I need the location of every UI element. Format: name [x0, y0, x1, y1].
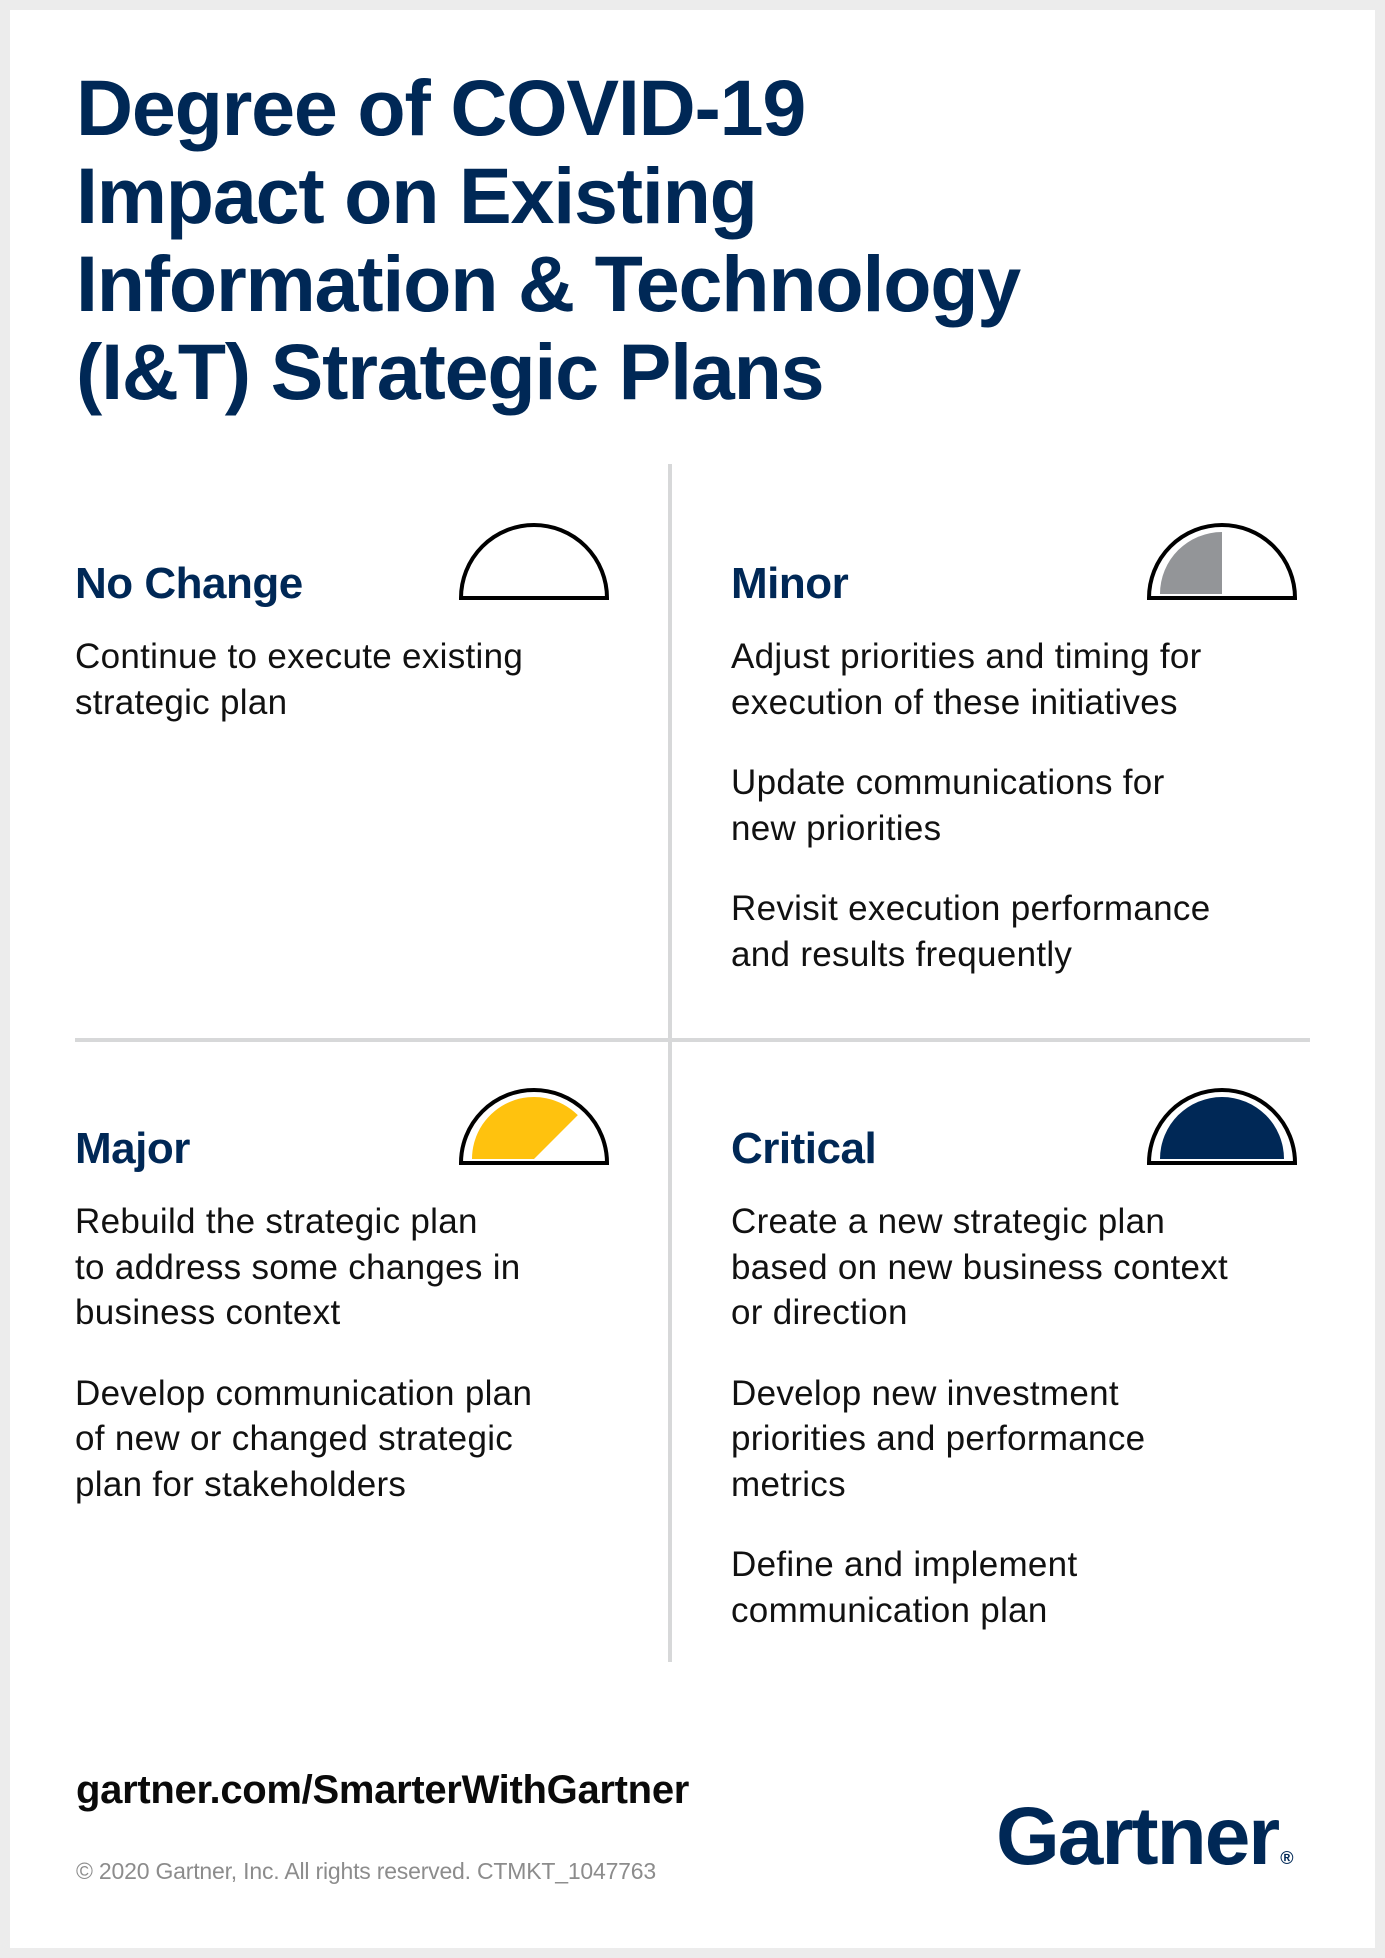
copyright-notice: © 2020 Gartner, Inc. All rights reserved…	[76, 1858, 656, 1884]
paragraph-line: based on new business context	[731, 1247, 1229, 1287]
paragraph-line: plan for stakeholders	[75, 1464, 407, 1504]
paragraph-line: execution of these initiatives	[731, 682, 1178, 722]
website-link[interactable]: gartner.com/SmarterWithGartner	[76, 1766, 689, 1814]
quadrant-body: Continue to execute existing strategic p…	[75, 634, 665, 760]
gauge-three-quarter-icon	[458, 1088, 610, 1165]
quadrant-title: Minor	[731, 559, 849, 608]
paragraph-line: Create a new strategic plan	[731, 1202, 1166, 1241]
quadrant-paragraph: Rebuild the strategic plan to address so…	[75, 1199, 665, 1336]
paragraph-line: communication plan	[731, 1590, 1048, 1630]
quadrant-minor: Minor Adjust priorities and timing for e…	[731, 500, 1311, 974]
paragraph-line: Rebuild the strategic plan	[75, 1202, 478, 1241]
quadrant-paragraph: Create a new strategic plan based on new…	[731, 1199, 1321, 1336]
quadrant-paragraph: Develop new investment priorities and pe…	[731, 1371, 1321, 1508]
vertical-divider	[668, 464, 672, 1662]
quadrant-paragraph: Continue to execute existing strategic p…	[75, 634, 665, 725]
paragraph-line: strategic plan	[75, 682, 288, 722]
paragraph-line: Revisit execution performance	[731, 889, 1211, 928]
gauge-full-icon	[1146, 1088, 1298, 1165]
quadrant-header: Critical	[731, 1065, 1311, 1185]
horizontal-divider	[75, 1038, 1310, 1042]
quadrant-body: Adjust priorities and timing for executi…	[731, 634, 1321, 1012]
title-line: Information & Technology	[76, 239, 1021, 328]
quadrant-paragraph: Update communications for new priorities	[731, 760, 1321, 851]
gauge-outline	[458, 523, 610, 600]
registered-mark: ®	[1280, 1848, 1294, 1868]
paragraph-line: priorities and performance	[731, 1419, 1146, 1458]
title-line: Impact on Existing	[76, 151, 758, 240]
paragraph-line: Develop new investment	[731, 1373, 1119, 1413]
paragraph-line: Develop communication plan	[75, 1373, 533, 1413]
paragraph-line: to address some changes in	[75, 1247, 521, 1287]
quadrant-body: Rebuild the strategic plan to address so…	[75, 1199, 665, 1542]
paragraph-line: Update communications for	[731, 763, 1165, 802]
paragraph-line: Adjust priorities and timing for	[731, 637, 1202, 676]
quadrant-header: No Change	[75, 500, 655, 620]
quadrant-header: Minor	[731, 500, 1311, 620]
page-title: Degree of COVID-19 Impact on Existing In…	[76, 64, 1276, 416]
paragraph-line: Continue to execute existing	[75, 637, 524, 676]
paragraph-line: of new or changed strategic	[75, 1419, 514, 1458]
logo-text: Gartner	[996, 1791, 1280, 1882]
title-line: Degree of COVID-19	[76, 63, 806, 152]
quadrant-paragraph: Define and implement communication plan	[731, 1542, 1321, 1633]
quadrant-body: Create a new strategic plan based on new…	[731, 1199, 1321, 1668]
paragraph-line: business context	[75, 1293, 341, 1332]
quadrant-header: Major	[75, 1065, 655, 1185]
paragraph-line: new priorities	[731, 808, 942, 848]
paragraph-line: metrics	[731, 1464, 846, 1504]
quadrant-critical: Critical Create a new strategic plan bas…	[731, 1065, 1311, 1630]
quadrant-paragraph: Develop communication plan of new or cha…	[75, 1371, 665, 1508]
paragraph-line: Define and implement	[731, 1545, 1078, 1584]
gauge-fill	[1160, 532, 1222, 594]
quadrant-no-change: No Change Continue to execute existing s…	[75, 500, 655, 722]
paragraph-line: and results frequently	[731, 934, 1073, 974]
quadrant-major: Major Rebuild the strategic plan to addr…	[75, 1065, 655, 1504]
gauge-empty-icon	[458, 523, 610, 600]
title-line: (I&T) Strategic Plans	[76, 327, 825, 416]
gauge-quarter-icon	[1146, 523, 1298, 600]
paragraph-line: or direction	[731, 1293, 908, 1332]
quadrant-paragraph: Revisit execution performance and result…	[731, 886, 1321, 977]
quadrant-paragraph: Adjust priorities and timing for executi…	[731, 634, 1321, 725]
quadrant-title: Major	[75, 1124, 190, 1173]
gartner-logo: Gartner ®	[996, 1792, 1293, 1903]
quadrant-title: No Change	[75, 559, 303, 608]
quadrant-title: Critical	[731, 1124, 877, 1173]
